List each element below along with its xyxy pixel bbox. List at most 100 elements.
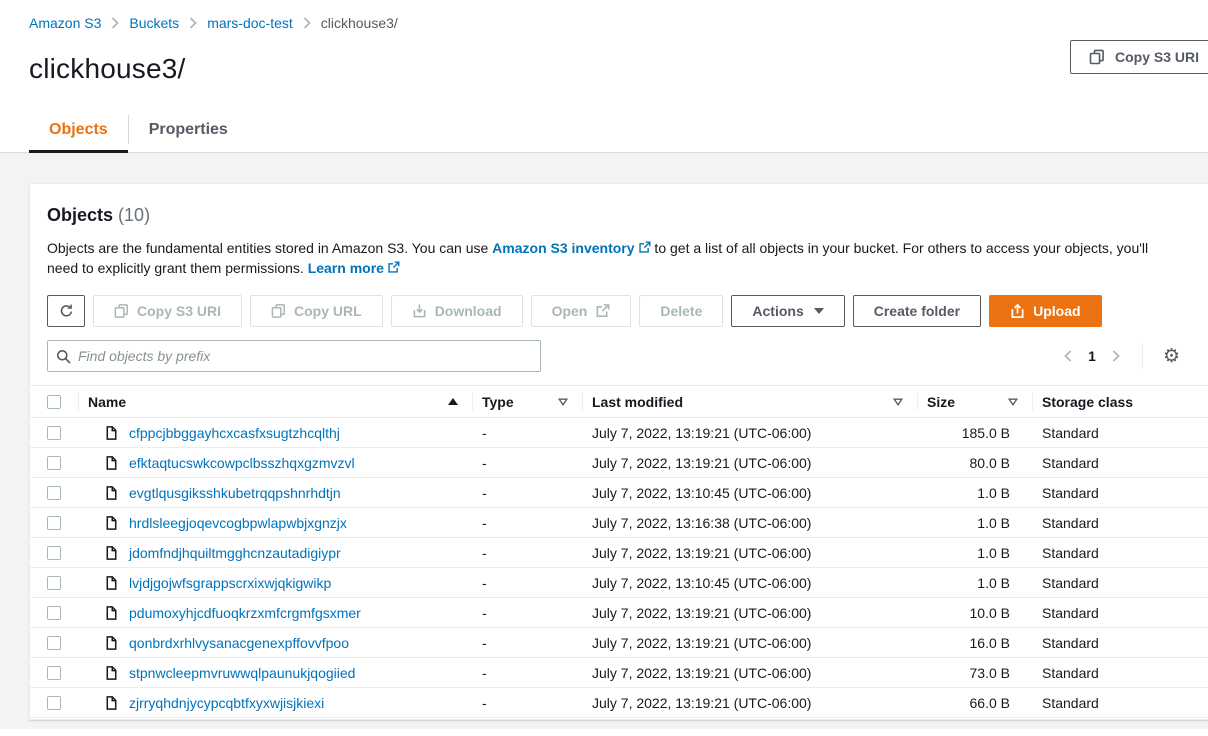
object-storage-class: Standard	[1032, 665, 1208, 681]
caret-down-icon	[814, 308, 824, 314]
object-name-link[interactable]: qonbrdxrhlvysanacgenexpffovvfpoo	[129, 635, 349, 651]
create-folder-button[interactable]: Create folder	[853, 295, 981, 327]
download-button[interactable]: Download	[391, 295, 523, 327]
row-checkbox[interactable]	[47, 666, 61, 680]
previous-page-button[interactable]	[1062, 348, 1074, 364]
amazon-s3-inventory-link[interactable]: Amazon S3 inventory	[492, 240, 650, 256]
row-checkbox[interactable]	[47, 516, 61, 530]
upload-button[interactable]: Upload	[989, 295, 1101, 327]
object-name-link[interactable]: jdomfndjhquiltmgghcnzautadigiypr	[129, 545, 341, 561]
preferences-gear-icon[interactable]: ⚙	[1163, 347, 1180, 366]
breadcrumb-link-amazon-s3[interactable]: Amazon S3	[29, 15, 101, 31]
search-box	[47, 340, 541, 372]
table-header-row: Name Type Last modified Size Storage cla…	[30, 385, 1208, 418]
objects-panel-title-line: Objects (10)	[47, 205, 1208, 226]
object-type: -	[472, 545, 582, 561]
sort-icon[interactable]	[1008, 398, 1022, 406]
object-name-link[interactable]: efktaqtucswkcowpclbsszhqxgzmvzvl	[129, 455, 355, 471]
open-button[interactable]: Open	[531, 295, 632, 327]
row-checkbox[interactable]	[47, 486, 61, 500]
object-storage-class: Standard	[1032, 545, 1208, 561]
object-last-modified: July 7, 2022, 13:19:21 (UTC-06:00)	[582, 455, 917, 471]
copy-url-button[interactable]: Copy URL	[250, 295, 383, 327]
object-storage-class: Standard	[1032, 485, 1208, 501]
object-name-link[interactable]: zjrryqhdnjycypcqbtfxyxwjisjkiexi	[129, 695, 324, 711]
tab-objects[interactable]: Objects	[29, 111, 128, 152]
object-type: -	[472, 485, 582, 501]
object-name-link[interactable]: cfppcjbbggayhcxcasfxsugtzhcqlthj	[129, 425, 340, 441]
tab-properties[interactable]: Properties	[129, 111, 248, 152]
object-size: 16.0 B	[917, 635, 1032, 651]
table-row: qonbrdxrhlvysanacgenexpffovvfpoo - July …	[30, 628, 1208, 658]
refresh-button[interactable]	[47, 295, 85, 327]
object-last-modified: July 7, 2022, 13:19:21 (UTC-06:00)	[582, 545, 917, 561]
search-icon	[56, 349, 71, 364]
copy-s3-uri-label: Copy S3 URI	[137, 303, 221, 319]
actions-dropdown-button[interactable]: Actions	[731, 295, 844, 327]
row-checkbox[interactable]	[47, 456, 61, 470]
table-row: stpnwcleepmvruwwqlpaunukjqogiied - July …	[30, 658, 1208, 688]
column-header-last-modified[interactable]: Last modified	[592, 394, 683, 410]
object-type: -	[472, 425, 582, 441]
row-checkbox[interactable]	[47, 636, 61, 650]
chevron-right-icon	[111, 17, 119, 29]
external-link-icon	[387, 261, 400, 274]
description-text: Objects are the fundamental entities sto…	[47, 240, 492, 256]
breadcrumb-link-bucket[interactable]: mars-doc-test	[207, 15, 293, 31]
create-folder-label: Create folder	[874, 303, 960, 319]
sort-ascending-icon[interactable]	[448, 398, 462, 405]
row-checkbox[interactable]	[47, 696, 61, 710]
breadcrumb-current: clickhouse3/	[321, 15, 398, 31]
object-size: 73.0 B	[917, 665, 1032, 681]
current-page-number[interactable]: 1	[1088, 348, 1096, 364]
next-page-button[interactable]	[1110, 348, 1122, 364]
column-header-size[interactable]: Size	[927, 394, 955, 410]
object-size: 1.0 B	[917, 485, 1032, 501]
row-checkbox[interactable]	[47, 546, 61, 560]
object-name-link[interactable]: pdumoxyhjcdfuoqkrzxmfcrgmfgsxmer	[129, 605, 361, 621]
select-all-checkbox[interactable]	[47, 395, 61, 409]
objects-table: Name Type Last modified Size Storage cla…	[30, 385, 1208, 718]
copy-s3-uri-header-button[interactable]: Copy S3 URI	[1070, 40, 1208, 74]
object-size: 10.0 B	[917, 605, 1032, 621]
learn-more-link[interactable]: Learn more	[308, 260, 400, 276]
object-name-link[interactable]: stpnwcleepmvruwwqlpaunukjqogiied	[129, 665, 355, 681]
file-icon	[104, 455, 119, 471]
column-header-storage-class[interactable]: Storage class	[1042, 394, 1133, 410]
delete-label: Delete	[660, 303, 702, 319]
file-icon	[104, 695, 119, 711]
object-name-link[interactable]: evgtlqusgiksshkubetrqqpshnrhdtjn	[129, 485, 341, 501]
delete-button[interactable]: Delete	[639, 295, 723, 327]
column-header-name[interactable]: Name	[88, 394, 126, 410]
breadcrumb-link-buckets[interactable]: Buckets	[129, 15, 179, 31]
object-last-modified: July 7, 2022, 13:19:21 (UTC-06:00)	[582, 425, 917, 441]
row-checkbox[interactable]	[47, 606, 61, 620]
pagination-divider	[1142, 343, 1143, 369]
pagination: 1 ⚙	[1062, 343, 1180, 369]
object-size: 1.0 B	[917, 545, 1032, 561]
copy-url-label: Copy URL	[294, 303, 362, 319]
download-icon	[412, 303, 427, 319]
object-name-link[interactable]: hrdlsleegjoqevcogbpwlapwbjxgnzjx	[129, 515, 347, 531]
column-header-type[interactable]: Type	[482, 394, 514, 410]
row-checkbox[interactable]	[47, 576, 61, 590]
object-type: -	[472, 575, 582, 591]
object-type: -	[472, 455, 582, 471]
file-icon	[104, 575, 119, 591]
upload-icon	[1010, 303, 1025, 319]
table-row: lvjdjgojwfsgrappscrxixwjqkigwikp - July …	[30, 568, 1208, 598]
objects-count: (10)	[118, 205, 150, 225]
object-storage-class: Standard	[1032, 695, 1208, 711]
row-checkbox[interactable]	[47, 426, 61, 440]
object-name-link[interactable]: lvjdjgojwfsgrappscrxixwjqkigwikp	[129, 575, 331, 591]
sort-icon[interactable]	[558, 398, 572, 406]
search-input[interactable]	[78, 348, 532, 364]
table-row: cfppcjbbggayhcxcasfxsugtzhcqlthj - July …	[30, 418, 1208, 448]
file-icon	[104, 635, 119, 651]
table-row: hrdlsleegjoqevcogbpwlapwbjxgnzjx - July …	[30, 508, 1208, 538]
copy-s3-uri-button[interactable]: Copy S3 URI	[93, 295, 242, 327]
sort-icon[interactable]	[893, 398, 907, 406]
objects-toolbar: Copy S3 URI Copy URL Download Open Delet…	[47, 295, 1208, 327]
table-row: efktaqtucswkcowpclbsszhqxgzmvzvl - July …	[30, 448, 1208, 478]
file-icon	[104, 425, 119, 441]
